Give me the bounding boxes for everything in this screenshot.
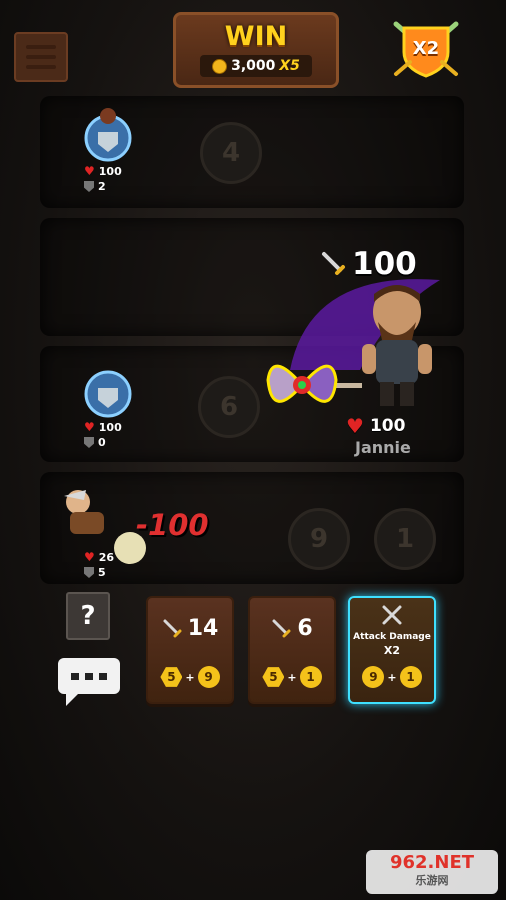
enemy-damage-value: 100 <box>352 246 417 282</box>
damage-popup: -100 <box>136 508 209 542</box>
enemy-hp-value: 100 <box>369 416 406 436</box>
cost-coin: 1 <box>299 666 322 688</box>
watermark-brand: 962.NET <box>389 852 475 873</box>
card-title: Attack Damage X2 <box>350 630 434 658</box>
sword-icon <box>322 252 345 275</box>
cost-coin: 9 <box>197 666 220 688</box>
floor-hole-1: 1 <box>374 508 436 570</box>
cost-hex: 5 <box>160 667 183 687</box>
win-title: WIN <box>224 21 288 52</box>
armor-icon <box>84 437 94 448</box>
cost-hex: 5 <box>262 667 285 687</box>
hero-3-armor-value: 5 <box>98 566 106 579</box>
card-title-text: Attack Damage <box>353 632 431 642</box>
sword-icon <box>163 619 182 637</box>
hero-2-armor-value: 0 <box>98 436 106 449</box>
frozen-hero-icon[interactable] <box>80 362 136 418</box>
attack-card-6[interactable]: 6 5 + 1 <box>248 596 336 704</box>
cost-plus: + <box>185 670 195 684</box>
win-reward-panel: WIN 3,000 X5 <box>173 12 339 88</box>
x2-bonus-badge[interactable]: X2 <box>392 18 460 80</box>
card-multiplier: X2 <box>383 644 401 657</box>
card-value-text: 6 <box>297 616 313 641</box>
cost-plus: + <box>287 670 297 684</box>
enemy-jannie-sprite[interactable] <box>352 282 442 412</box>
attack-damage-x2-card[interactable]: Attack Damage X2 9 + 1 <box>348 596 436 704</box>
x2-badge-label: X2 <box>412 38 440 59</box>
enemy-damage-label: 100 <box>320 246 417 282</box>
card-cost: 5 + 1 <box>250 666 334 688</box>
heart-icon: ♥ <box>346 414 364 438</box>
floor-hole-6: 6 <box>198 376 260 438</box>
card-cost: 5 + 9 <box>148 666 232 688</box>
heart-icon: ♥ <box>84 420 95 434</box>
cost-plus: + <box>387 670 397 684</box>
hero-1-hp-value: 100 <box>98 164 122 178</box>
frozen-hero-icon[interactable] <box>80 106 136 162</box>
help-button[interactable]: ? <box>66 592 110 640</box>
chat-bubble-icon <box>58 658 120 706</box>
floor-hole-9: 9 <box>288 508 350 570</box>
reward-bar: 3,000 X5 <box>200 55 312 77</box>
card-value: 6 <box>250 616 334 641</box>
card-value-text: 14 <box>187 616 219 641</box>
hero-1-armor: 2 <box>84 180 106 193</box>
enemy-name: Jannie <box>355 438 411 457</box>
card-cost: 9 + 1 <box>350 666 434 688</box>
cost-coin: 1 <box>399 666 422 688</box>
card-value: 14 <box>148 616 232 641</box>
watermark-sub: 乐游网 <box>415 874 449 887</box>
hero-3-armor: 5 <box>84 566 106 579</box>
crossed-swords-icon <box>382 605 402 625</box>
floor-hole-4: 4 <box>200 122 262 184</box>
attack-card-14[interactable]: 14 5 + 9 <box>146 596 234 704</box>
enemy-hp-label: ♥ 100 <box>346 414 405 438</box>
hero-2-armor: 0 <box>84 436 106 449</box>
hero-2-hp-value: 100 <box>98 420 122 434</box>
coin-icon <box>212 58 228 74</box>
heart-icon: ♥ <box>84 164 95 178</box>
hero-2-hp: ♥ 100 <box>84 420 122 434</box>
hero-1-hp: ♥ 100 <box>84 164 122 178</box>
hero-1-armor-value: 2 <box>98 180 106 193</box>
site-watermark: 962.NET 乐游网 <box>366 850 498 894</box>
cost-coin: 9 <box>362 666 385 688</box>
menu-button[interactable] <box>14 32 68 82</box>
hero-3-hp-value: 26 <box>98 550 115 564</box>
armor-icon <box>84 181 94 192</box>
reward-multiplier: X5 <box>279 58 300 74</box>
chat-button[interactable] <box>56 656 122 706</box>
sword-icon <box>272 619 291 637</box>
hero-3-hp: ♥ 26 <box>84 550 114 564</box>
heart-icon: ♥ <box>84 550 95 564</box>
reward-amount: 3,000 <box>231 58 276 74</box>
armor-icon <box>84 567 94 578</box>
